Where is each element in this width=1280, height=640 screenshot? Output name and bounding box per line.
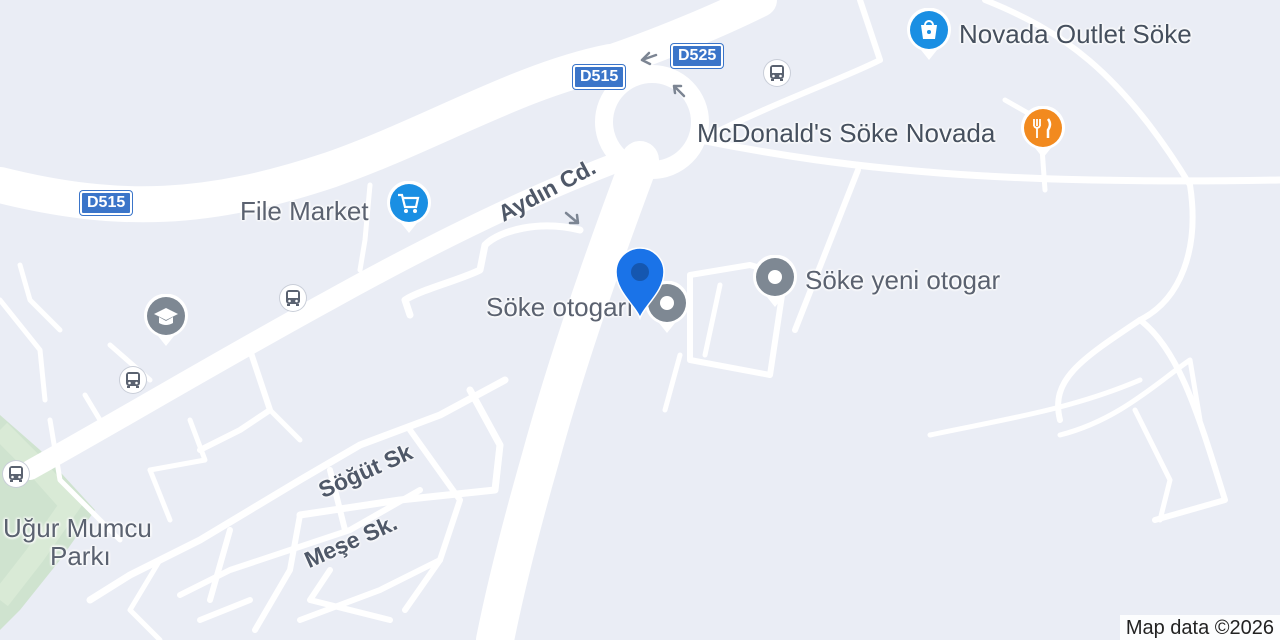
place-label-soke-yeni-otogar[interactable]: Söke yeni otogar bbox=[805, 267, 1000, 293]
bus-stop-icon[interactable] bbox=[764, 60, 790, 86]
place-label-line: Uğur Mumcu bbox=[3, 513, 152, 543]
map-attribution[interactable]: Map data ©2026 bbox=[1119, 615, 1280, 640]
generic-place-icon bbox=[753, 254, 797, 307]
selected-location-pin[interactable] bbox=[612, 244, 668, 327]
shopping-cart-icon bbox=[387, 180, 431, 233]
location-pin-icon bbox=[615, 247, 665, 321]
shopping-bag-icon bbox=[907, 7, 951, 60]
novada-outlet-marker[interactable] bbox=[905, 7, 953, 67]
fork-knife-icon bbox=[1021, 105, 1065, 158]
place-label-novada-outlet[interactable]: Novada Outlet Söke bbox=[959, 21, 1192, 47]
place-label-line: Parkı bbox=[50, 541, 111, 571]
map-canvas[interactable]: D515 D525 D515 Aydın Cd. Söğüt Sk Meşe S… bbox=[0, 0, 1280, 640]
place-label-mcdonalds[interactable]: McDonald's Söke Novada bbox=[697, 120, 995, 146]
file-market-marker[interactable] bbox=[385, 180, 433, 240]
highway-shield-d515-west: D515 bbox=[80, 191, 133, 215]
highway-shield-d515: D515 bbox=[573, 65, 626, 89]
place-label-ugur-mumcu-parki[interactable]: Uğur Mumcu Parkı bbox=[3, 514, 152, 570]
graduation-cap-icon bbox=[144, 293, 188, 346]
bus-stop-icon[interactable] bbox=[3, 461, 29, 487]
soke-yeni-otogar-marker[interactable] bbox=[751, 254, 799, 314]
bus-stop-icon[interactable] bbox=[280, 285, 306, 311]
highway-shield-d525: D525 bbox=[671, 44, 724, 68]
bus-stop-icon[interactable] bbox=[120, 367, 146, 393]
school-marker[interactable] bbox=[142, 293, 190, 353]
mcdonalds-marker[interactable] bbox=[1019, 105, 1067, 165]
place-label-file-market[interactable]: File Market bbox=[240, 198, 369, 224]
